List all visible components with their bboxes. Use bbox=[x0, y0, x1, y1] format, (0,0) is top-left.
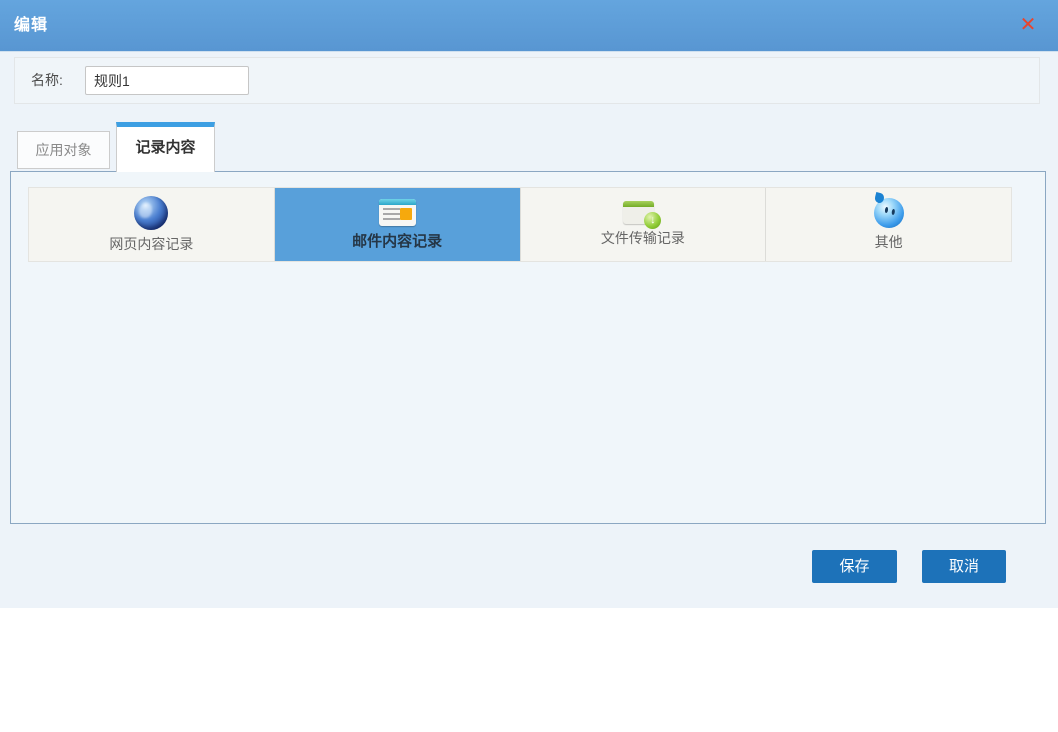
name-input[interactable] bbox=[85, 66, 249, 95]
cell-label: 邮件内容记录 bbox=[352, 230, 442, 251]
cell-label: 文件传输记录 bbox=[601, 228, 685, 248]
screen: 编辑 ✕ 名称: 应用对象 记录内容 网页内容记录 邮件内容记录 bbox=[0, 0, 1058, 732]
cell-file-transfer-record[interactable]: ↓ 文件传输记录 bbox=[521, 188, 767, 261]
mail-icon bbox=[379, 199, 416, 226]
cancel-button[interactable]: 取消 bbox=[922, 550, 1006, 583]
cell-other[interactable]: 其他 bbox=[766, 188, 1011, 261]
content-type-strip: 网页内容记录 邮件内容记录 ↓ 文件传输记录 其他 bbox=[28, 187, 1012, 262]
dialog-title: 编辑 bbox=[14, 0, 48, 52]
name-label: 名称: bbox=[31, 58, 63, 103]
close-icon[interactable]: ✕ bbox=[1016, 13, 1040, 37]
name-section: 名称: bbox=[14, 57, 1040, 104]
save-button[interactable]: 保存 bbox=[812, 550, 897, 583]
download-arrow-icon: ↓ bbox=[644, 212, 661, 229]
dialog-titlebar: 编辑 ✕ bbox=[0, 0, 1058, 52]
cell-web-content-record[interactable]: 网页内容记录 bbox=[29, 188, 275, 261]
tab-apply-target[interactable]: 应用对象 bbox=[17, 131, 110, 169]
tab-record-content[interactable]: 记录内容 bbox=[116, 122, 215, 172]
file-transfer-icon: ↓ bbox=[623, 201, 654, 224]
globe-icon bbox=[134, 196, 168, 230]
chat-bubble-icon bbox=[874, 198, 904, 228]
cell-label: 其他 bbox=[875, 232, 903, 252]
cell-mail-content-record[interactable]: 邮件内容记录 bbox=[275, 188, 521, 261]
edit-rule-dialog: 编辑 ✕ 名称: 应用对象 记录内容 网页内容记录 邮件内容记录 bbox=[0, 0, 1058, 608]
cell-label: 网页内容记录 bbox=[109, 234, 193, 254]
